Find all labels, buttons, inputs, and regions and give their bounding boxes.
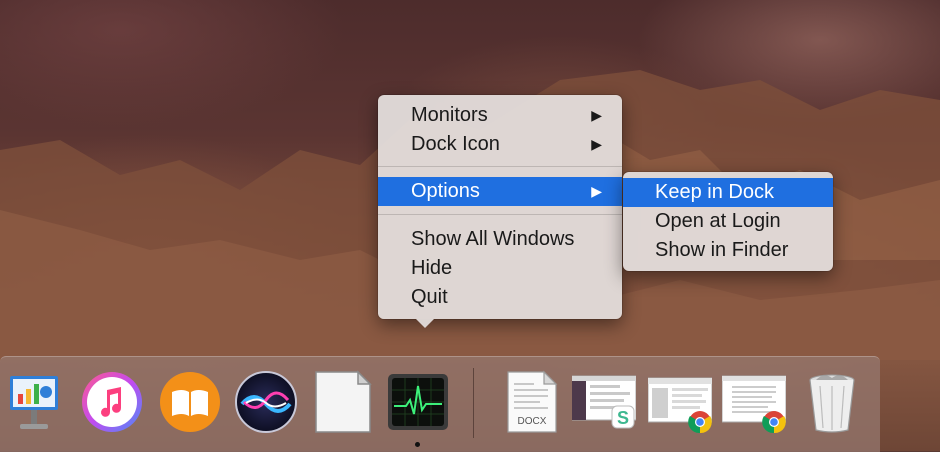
menu-item-label: Dock Icon — [411, 133, 500, 155]
submenu-arrow-icon: ▶ — [591, 136, 602, 152]
submenu-arrow-icon: ▶ — [591, 107, 602, 123]
dock-context-menu: Monitors ▶ Dock Icon ▶ Options ▶ Show Al… — [378, 95, 622, 328]
dock-separator — [473, 368, 474, 438]
siri-icon[interactable] — [234, 370, 298, 434]
menu-item-label: Quit — [411, 286, 448, 308]
submenu-item-show-in-finder[interactable]: Show in Finder — [623, 236, 833, 265]
submenu-item-open-at-login[interactable]: Open at Login — [623, 207, 833, 236]
running-indicator — [415, 442, 420, 447]
svg-text:S: S — [617, 408, 629, 428]
slack-screenshot-icon[interactable]: S — [571, 370, 637, 434]
menu-item-quit[interactable]: Quit — [378, 283, 622, 312]
menu-item-hide[interactable]: Hide — [378, 254, 622, 283]
menu-item-label: Show All Windows — [411, 228, 575, 250]
menu-separator — [378, 214, 622, 215]
libreoffice-icon[interactable] — [312, 370, 376, 434]
chrome-screenshot-icon[interactable] — [647, 370, 713, 434]
menu-item-options[interactable]: Options ▶ — [378, 177, 622, 206]
docx-document-icon[interactable]: DOCX — [500, 370, 564, 434]
itunes-icon[interactable] — [80, 370, 144, 434]
keynote-icon[interactable] — [2, 370, 66, 434]
menu-item-show-all-windows[interactable]: Show All Windows — [378, 225, 622, 254]
trash-icon[interactable] — [800, 370, 864, 434]
menu-separator — [378, 166, 622, 167]
menu-item-label: Monitors — [411, 104, 488, 126]
menu-pointer — [416, 319, 434, 328]
submenu-arrow-icon: ▶ — [591, 183, 602, 199]
menu-item-monitors[interactable]: Monitors ▶ — [378, 101, 622, 130]
menu-item-label: Options — [411, 180, 480, 202]
menu-item-label: Hide — [411, 257, 453, 279]
submenu-item-keep-in-dock[interactable]: Keep in Dock — [623, 178, 833, 207]
menu-item-dock-icon[interactable]: Dock Icon ▶ — [378, 130, 622, 159]
submenu-item-label: Show in Finder — [655, 239, 789, 261]
options-submenu: Keep in Dock Open at Login Show in Finde… — [623, 172, 833, 271]
ibooks-icon[interactable] — [158, 370, 222, 434]
submenu-item-label: Open at Login — [655, 210, 781, 232]
submenu-item-label: Keep in Dock — [655, 181, 774, 203]
docx-label: DOCX — [517, 416, 547, 427]
chrome-document-icon[interactable] — [721, 370, 787, 434]
activity-monitor-icon[interactable] — [386, 370, 450, 434]
